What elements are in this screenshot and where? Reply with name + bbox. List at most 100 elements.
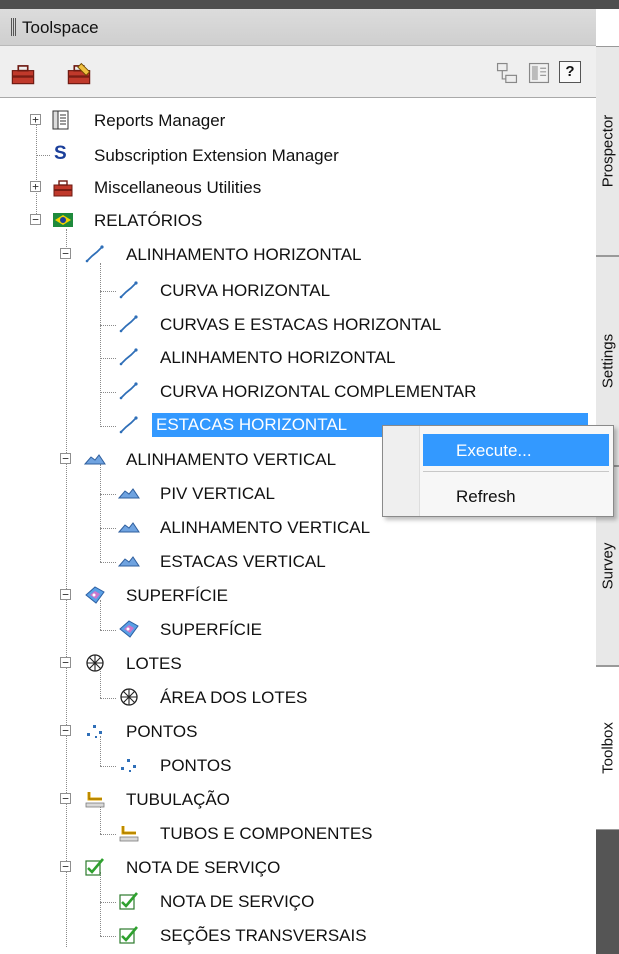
context-menu: Execute... Refresh [382,425,614,517]
subscription-icon: S [54,143,67,164]
tree-item-label: ALINHAMENTO HORIZONTAL [160,348,396,367]
alignment-icon [118,280,139,300]
window-title: Toolspace [22,18,99,37]
collapse-toggle[interactable]: − [60,248,71,259]
surface-icon [119,620,139,638]
checklist-icon [118,891,139,911]
toolbar: ? [0,46,596,98]
tab-toolbox[interactable]: Toolbox [596,666,619,830]
tab-label: Toolbox [599,722,616,774]
window-top-edge [0,0,619,9]
profile-icon [118,556,140,567]
tree-item-nota-servico-report[interactable]: NOTA DE SERVIÇO [0,887,596,915]
menu-separator [423,471,609,472]
points-icon [121,759,136,772]
tab-label: Prospector [599,114,616,188]
collapse-toggle[interactable]: − [60,725,71,736]
help-icon[interactable]: ? [559,61,581,83]
tree-item-label: PONTOS [160,756,232,775]
tree-item-label: CURVAS E ESTACAS HORIZONTAL [160,315,442,334]
tree-item-reports-manager[interactable]: + Reports Manager [0,106,596,134]
tree-item-superficie-report[interactable]: SUPERFÍCIE [0,615,596,643]
tree-item-superficie[interactable]: − SUPERFÍCIE [0,581,596,609]
tree-item-label: PONTOS [126,722,198,741]
expand-toggle[interactable]: + [30,181,41,192]
tree-item-label: SUPERFÍCIE [160,620,263,639]
tree-item-label: CURVA HORIZONTAL [160,281,331,300]
tree-item-label: Reports Manager [94,111,226,130]
alignment-icon [118,314,139,334]
profile-icon [84,454,106,465]
pipe-network-icon [118,824,140,843]
tree-item-curva-horizontal[interactable]: CURVA HORIZONTAL [0,276,596,304]
pipe-network-icon [84,790,106,809]
tree-item-label: Miscellaneous Utilities [94,178,262,197]
collapse-toggle[interactable]: − [60,453,71,464]
tree-item-estacas-vertical[interactable]: ESTACAS VERTICAL [0,547,596,575]
panel-view-icon[interactable] [526,61,552,85]
brazil-flag-icon [53,213,73,227]
expand-toggle[interactable]: + [30,114,41,125]
reports-manager-icon [52,110,69,130]
edit-toolbox-icon[interactable] [66,61,92,85]
tree-view-icon[interactable] [494,61,520,85]
tree-item-curvas-estacas[interactable]: CURVAS E ESTACAS HORIZONTAL [0,310,596,338]
menu-item-label: Refresh [456,487,516,506]
points-icon [87,725,102,738]
tree-item-label: SEÇÕES TRANSVERSAIS [160,926,367,945]
toolbox-icon[interactable] [10,61,36,85]
tree-item-label: ALINHAMENTO VERTICAL [126,450,337,469]
tree-item-tubulacao[interactable]: − TUBULAÇÃO [0,785,596,813]
tree-item-curva-complementar[interactable]: CURVA HORIZONTAL COMPLEMENTAR [0,377,596,405]
alignment-icon [84,244,105,264]
checklist-icon [118,925,139,945]
tree-item-relatorios[interactable]: − RELATÓRIOS [0,206,596,234]
tree-item-label: NOTA DE SERVIÇO [160,892,315,911]
tree-item-label: RELATÓRIOS [94,211,203,230]
tree-item-label: ALINHAMENTO VERTICAL [160,518,371,537]
alignment-icon [118,347,139,367]
collapse-toggle[interactable]: − [60,861,71,872]
menu-item-label: Execute... [456,441,532,460]
collapse-toggle[interactable]: − [60,793,71,804]
alignment-icon [118,415,139,435]
checklist-icon [84,857,105,877]
tree-item-pontos[interactable]: − PONTOS [0,717,596,745]
collapse-toggle[interactable]: − [60,657,71,668]
parcel-icon [86,654,104,672]
tree-item-label: ALINHAMENTO HORIZONTAL [126,245,362,264]
tree-item-label: NOTA DE SERVIÇO [126,858,281,877]
tree-item-nota-servico[interactable]: − NOTA DE SERVIÇO [0,853,596,881]
menu-gutter [383,426,420,516]
tree-item-label: Subscription Extension Manager [94,146,339,165]
tree-view: + Reports Manager S Subscription Extensi… [0,98,596,954]
collapse-toggle[interactable]: − [30,214,41,225]
tree-item-subscription[interactable]: S Subscription Extension Manager [0,141,596,169]
tab-label: Survey [599,542,616,590]
tree-item-label: TUBULAÇÃO [126,790,230,809]
surface-icon [85,586,105,604]
tab-label: Settings [599,333,616,389]
title-bar[interactable]: Toolspace [0,9,596,46]
tree-item-tubos[interactable]: TUBOS E COMPONENTES [0,819,596,847]
tree-item-label: CURVA HORIZONTAL COMPLEMENTAR [160,382,477,401]
grip-handle[interactable] [11,18,16,36]
tree-item-alinhamento-vertical-report[interactable]: ALINHAMENTO VERTICAL [0,513,596,541]
tab-prospector[interactable]: Prospector [596,46,619,256]
tree-item-label: TUBOS E COMPONENTES [160,824,373,843]
tree-item-alinhamento-horizontal-report[interactable]: ALINHAMENTO HORIZONTAL [0,343,596,371]
tree-item-label: LOTES [126,654,182,673]
tree-item-secoes-transversais[interactable]: SEÇÕES TRANSVERSAIS [0,921,596,949]
tree-item-lotes[interactable]: − LOTES [0,649,596,677]
tree-item-pontos-report[interactable]: PONTOS [0,751,596,779]
tree-item-area-lotes[interactable]: ÁREA DOS LOTES [0,683,596,711]
menu-item-execute[interactable]: Execute... [423,434,609,466]
collapse-toggle[interactable]: − [60,589,71,600]
tree-item-misc-utilities[interactable]: + Miscellaneous Utilities [0,173,596,201]
tree-item-label: ESTACAS VERTICAL [160,552,326,571]
toolbox-icon [53,180,73,197]
tree-item-alinhamento-horizontal[interactable]: − ALINHAMENTO HORIZONTAL [0,240,596,268]
profile-icon [118,522,140,533]
alignment-icon [118,381,139,401]
menu-item-refresh[interactable]: Refresh [423,480,609,512]
